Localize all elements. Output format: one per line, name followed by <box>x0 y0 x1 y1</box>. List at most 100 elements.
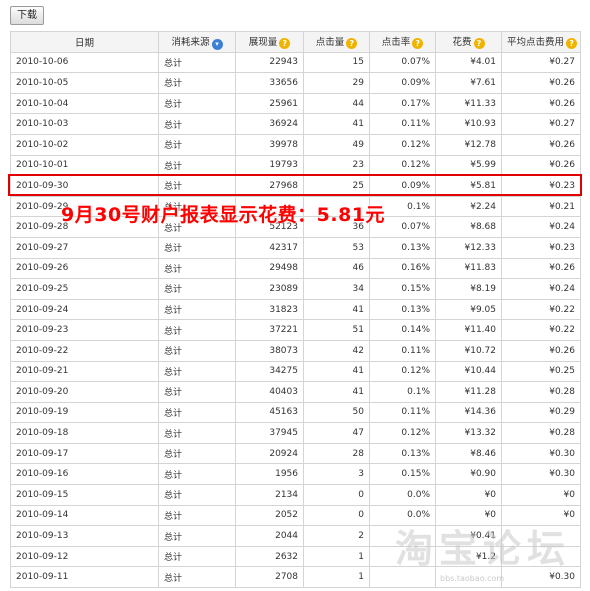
table-row: 2010-09-14 总计 2052 0 0.0% ¥0 ¥0 <box>10 504 581 527</box>
cell-source: 总计 <box>158 92 236 115</box>
table-row: 2010-09-26 总计 29498 46 0.16% ¥11.83 ¥0.26 <box>10 257 581 280</box>
cell-date: 2010-09-17 <box>10 442 159 465</box>
cell-ctr: 0.12% <box>369 422 436 444</box>
cell-impressions: 20924 <box>235 442 304 465</box>
column-header-ctr[interactable]: 点击率? <box>369 31 436 53</box>
cell-ctr: 0.11% <box>369 113 436 135</box>
cell-clicks: 29 <box>303 72 370 94</box>
cell-ctr: 0.15% <box>369 278 436 300</box>
cell-avg-cpc: ¥0.30 <box>501 566 581 589</box>
cell-date: 2010-10-04 <box>10 92 159 115</box>
cell-ctr: 0.0% <box>369 504 436 527</box>
cell-cost: ¥7.61 <box>435 72 502 94</box>
cell-avg-cpc: ¥0.24 <box>501 216 581 238</box>
cell-clicks: 23 <box>303 154 370 177</box>
cell-clicks: 1 <box>303 545 370 568</box>
cell-avg-cpc: ¥0.26 <box>501 72 581 94</box>
help-icon[interactable]: ? <box>279 38 291 50</box>
cell-clicks: 49 <box>303 133 370 156</box>
cell-avg-cpc: ¥0.26 <box>501 339 581 362</box>
cell-date: 2010-09-25 <box>10 278 159 300</box>
cell-cost: ¥11.83 <box>435 257 502 280</box>
cell-clicks: 3 <box>303 463 370 486</box>
cell-avg-cpc: ¥0 <box>501 504 581 527</box>
help-icon[interactable]: ? <box>473 38 485 50</box>
cell-date: 2010-09-21 <box>10 360 159 383</box>
column-header-clicks-label: 点击量 <box>315 37 345 49</box>
help-icon[interactable]: ? <box>412 38 424 50</box>
cell-source: 总计 <box>158 504 236 527</box>
column-header-impressions[interactable]: 展现量? <box>235 31 304 53</box>
cell-date: 2010-10-01 <box>10 154 159 177</box>
table-row: 2010-09-18 总计 37945 47 0.12% ¥13.32 ¥0.28 <box>10 422 581 444</box>
cell-avg-cpc: ¥0.23 <box>501 175 581 197</box>
cell-ctr: 0.09% <box>369 175 436 197</box>
column-header-source[interactable]: 消耗来源 ▾ <box>158 31 236 53</box>
cell-clicks: 46 <box>303 257 370 280</box>
table-row: 2010-10-01 总计 19793 23 0.12% ¥5.99 ¥0.26 <box>10 154 581 177</box>
cell-ctr: 0.15% <box>369 463 436 486</box>
cell-impressions: 33656 <box>235 72 304 94</box>
cell-source: 总计 <box>158 236 236 259</box>
cell-impressions: 2134 <box>235 484 304 506</box>
cell-date: 2010-09-26 <box>10 257 159 280</box>
cell-avg-cpc: ¥0.30 <box>501 442 581 465</box>
help-icon[interactable]: ? <box>566 38 578 50</box>
cell-source: 总计 <box>158 484 236 506</box>
cell-source: 总计 <box>158 133 236 156</box>
cell-date: 2010-10-06 <box>10 51 159 74</box>
cell-cost: ¥11.33 <box>435 92 502 115</box>
cell-ctr <box>369 525 436 547</box>
cell-avg-cpc: ¥0.23 <box>501 236 581 259</box>
cell-ctr: 0.12% <box>369 360 436 383</box>
cell-clicks: 1 <box>303 566 370 589</box>
table-row: 2010-09-21 总计 34275 41 0.12% ¥10.44 ¥0.25 <box>10 360 581 383</box>
cell-clicks: 34 <box>303 278 370 300</box>
column-header-clicks[interactable]: 点击量? <box>303 31 370 53</box>
cell-impressions: 42317 <box>235 236 304 259</box>
cell-clicks: 41 <box>303 113 370 135</box>
cell-source: 总计 <box>158 298 236 321</box>
table-row: 2010-09-22 总计 38073 42 0.11% ¥10.72 ¥0.26 <box>10 339 581 362</box>
cell-cost: ¥12.33 <box>435 236 502 259</box>
cell-date: 2010-09-23 <box>10 319 159 341</box>
dropdown-icon[interactable]: ▾ <box>211 38 223 50</box>
cell-impressions: 39978 <box>235 133 304 156</box>
table-header-row: 日期 消耗来源 ▾ 展现量? 点击量? 点击率? 花费? 平均点击费用? <box>10 31 581 53</box>
cell-date: 2010-09-19 <box>10 401 159 424</box>
cell-cost: ¥0 <box>435 504 502 527</box>
cell-cost <box>435 566 502 589</box>
cell-avg-cpc: ¥0.25 <box>501 360 581 383</box>
cell-impressions: 25961 <box>235 92 304 115</box>
cell-ctr: 0.09% <box>369 72 436 94</box>
cell-source: 总计 <box>158 113 236 135</box>
cell-impressions: 27968 <box>235 175 304 197</box>
help-icon[interactable]: ? <box>346 38 358 50</box>
column-header-cost-label: 花费 <box>452 37 472 49</box>
cell-avg-cpc: ¥0.28 <box>501 422 581 444</box>
cell-cost: ¥4.01 <box>435 51 502 74</box>
column-header-avg-cpc[interactable]: 平均点击费用? <box>501 31 581 53</box>
cell-source: 总计 <box>158 72 236 94</box>
column-header-date[interactable]: 日期 <box>10 31 159 53</box>
cell-clicks: 41 <box>303 360 370 383</box>
cell-date: 2010-09-18 <box>10 422 159 444</box>
cell-impressions: 1956 <box>235 463 304 486</box>
cell-ctr <box>369 566 436 589</box>
download-button[interactable]: 下载 <box>10 6 44 25</box>
column-header-cost[interactable]: 花费? <box>435 31 502 53</box>
cell-source: 总计 <box>158 339 236 362</box>
cell-cost: ¥12.78 <box>435 133 502 156</box>
cell-cost: ¥8.46 <box>435 442 502 465</box>
cell-clicks: 0 <box>303 484 370 506</box>
column-header-date-label: 日期 <box>74 37 94 49</box>
cell-avg-cpc: ¥0.29 <box>501 401 581 424</box>
cell-impressions: 2044 <box>235 525 304 547</box>
cell-clicks: 25 <box>303 175 370 197</box>
cell-cost: ¥14.36 <box>435 401 502 424</box>
cell-source: 总计 <box>158 566 236 589</box>
cell-clicks: 2 <box>303 525 370 547</box>
cell-clicks: 50 <box>303 401 370 424</box>
cell-date: 2010-09-11 <box>10 566 159 589</box>
cell-avg-cpc <box>501 525 581 547</box>
